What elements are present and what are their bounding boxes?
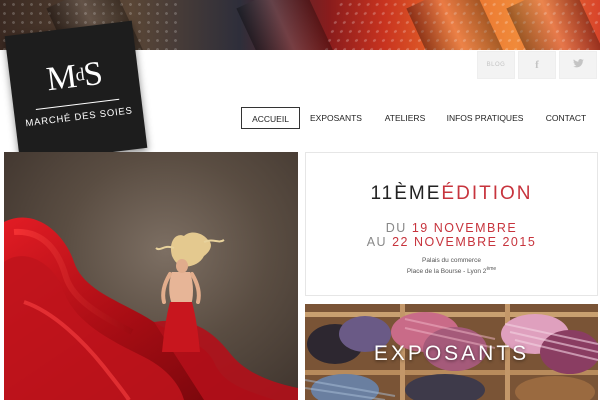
site-logo[interactable]: MdS MARCHÉ DES SOIES bbox=[4, 20, 148, 164]
logo-name: MARCHÉ DES SOIES bbox=[24, 105, 134, 130]
edition-venue: Palais du commerce Place de la Bourse - … bbox=[406, 257, 497, 276]
edition-info-panel: 11ÈMEÉDITION DU 19 NOVEMBRE AU 22 NOVEMB… bbox=[305, 152, 598, 296]
facebook-icon: f bbox=[535, 59, 539, 71]
exposants-label: EXPOSANTS bbox=[373, 342, 530, 365]
nav-item-contact[interactable]: CONTACT bbox=[539, 107, 593, 129]
social-links: BLOG f bbox=[477, 51, 597, 79]
facebook-button[interactable]: f bbox=[518, 51, 556, 79]
twitter-button[interactable] bbox=[559, 51, 597, 79]
exposants-tile[interactable]: EXPOSANTS bbox=[305, 304, 598, 400]
nav-item-exposants[interactable]: EXPOSANTS bbox=[305, 107, 367, 129]
edition-dates: DU 19 NOVEMBRE AU 22 NOVEMBRE 2015 bbox=[366, 221, 537, 249]
twitter-icon bbox=[572, 59, 584, 71]
nav-item-infos-pratiques[interactable]: INFOS PRATIQUES bbox=[445, 107, 525, 129]
blog-button[interactable]: BLOG bbox=[477, 51, 515, 79]
edition-title: 11ÈMEÉDITION bbox=[370, 183, 533, 204]
nav-item-ateliers[interactable]: ATELIERS bbox=[379, 107, 431, 129]
featured-photo[interactable] bbox=[4, 152, 298, 400]
nav-item-accueil[interactable]: ACCUEIL bbox=[241, 107, 300, 129]
logo-mark: MdS bbox=[44, 54, 104, 99]
